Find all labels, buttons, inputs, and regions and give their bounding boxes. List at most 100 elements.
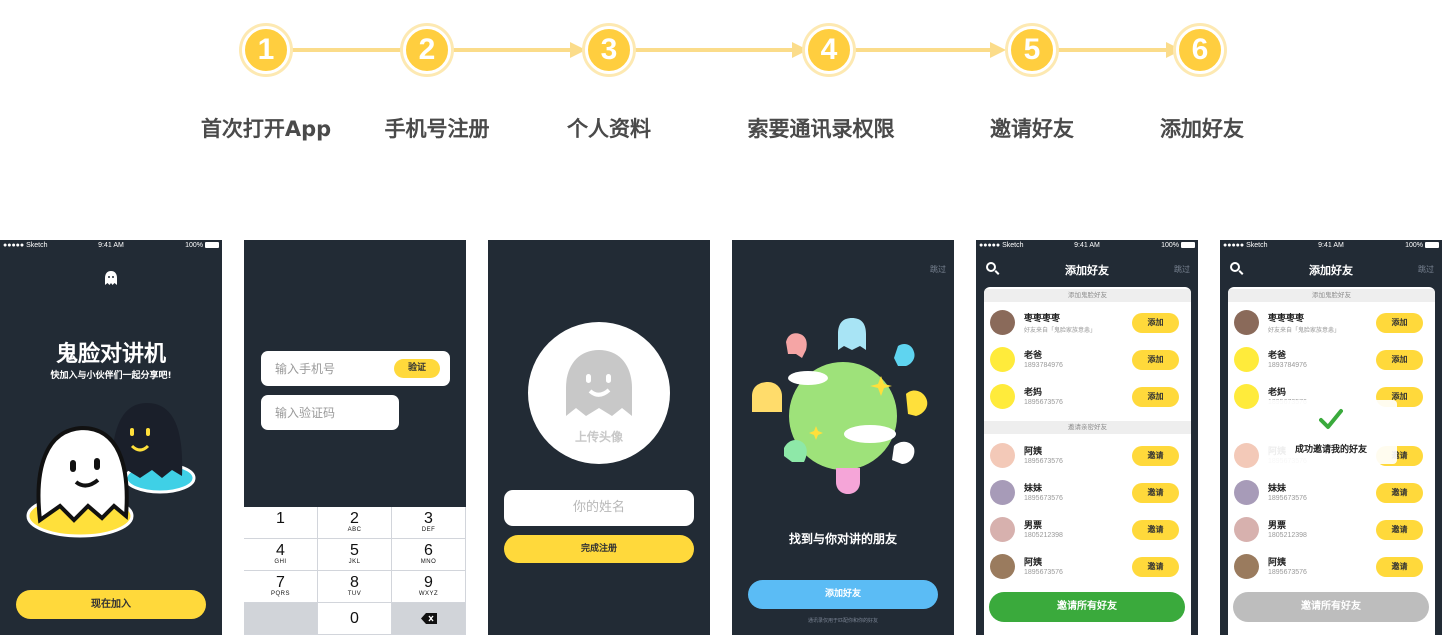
section-header-ghost-friends: 添加鬼脸好友 <box>1228 289 1435 302</box>
key-7[interactable]: 7 PQRS <box>244 571 318 603</box>
key-9[interactable]: 9 WXYZ <box>392 571 466 603</box>
skip-link[interactable]: 跳过 <box>1418 264 1434 275</box>
flow-connector <box>266 48 426 52</box>
ghost-placeholder-icon <box>566 350 632 416</box>
status-bar: ●●●●● Sketch 9:41 AM 100% <box>976 240 1198 252</box>
list-item: 阿姨 1895673576 邀请 <box>984 548 1191 585</box>
screen-add-friends: ●●●●● Sketch 9:41 AM 100% 添加好友 跳过 添加鬼脸好友… <box>1220 240 1442 635</box>
key-blank <box>244 603 318 635</box>
finish-register-button[interactable]: 完成注册 <box>504 535 694 563</box>
ghost-avatar-icon <box>990 384 1015 409</box>
step-5-label: 邀请好友 <box>990 117 1074 141</box>
flow-connector <box>830 48 998 52</box>
verification-code-input[interactable]: 输入验证码 <box>261 395 399 430</box>
key-8[interactable]: 8 TUV <box>318 571 392 603</box>
section-header-ghost-friends: 添加鬼脸好友 <box>984 289 1191 302</box>
ghost-logo-icon <box>105 271 117 285</box>
ghost-mascot-icon <box>26 403 196 538</box>
list-item: 妹妹 1895673576 邀请 <box>984 474 1191 511</box>
add-button[interactable]: 添加 <box>1132 313 1179 333</box>
step-1-label: 首次打开App <box>200 117 332 141</box>
name-input[interactable]: 你的姓名 <box>504 490 694 526</box>
page-title: 添加好友 <box>1065 264 1109 277</box>
page-title: 添加好友 <box>1309 264 1353 277</box>
checkmark-icon <box>1319 409 1343 429</box>
find-friends-headline: 找到与你对讲的朋友 <box>788 532 897 546</box>
step-5-badge: 5 <box>1008 26 1056 74</box>
step-3-label: 个人资料 <box>567 117 651 141</box>
add-button[interactable]: 添加 <box>1132 387 1179 407</box>
skip-link[interactable]: 跳过 <box>1174 264 1190 275</box>
list-item: 妹妹 1895673576 邀请 <box>1228 474 1435 511</box>
avatar <box>990 310 1015 335</box>
flow-arrow-icon <box>990 42 1006 58</box>
key-2[interactable]: 2 ABC <box>318 507 392 539</box>
invite-button[interactable]: 邀请 <box>1132 557 1179 577</box>
section-header-close-friends: 邀请亲密好友 <box>984 421 1191 434</box>
key-delete[interactable] <box>392 603 466 635</box>
join-now-button[interactable]: 现在加入 <box>16 590 206 619</box>
invite-all-button-disabled[interactable]: 邀请所有好友 <box>1233 592 1429 622</box>
battery-icon <box>1181 242 1195 248</box>
app-subtitle: 快加入与小伙伴们一起分享吧! <box>50 371 172 381</box>
step-4-badge: 4 <box>805 26 853 74</box>
battery-icon <box>1425 242 1439 248</box>
avatar <box>1234 443 1259 468</box>
avatar <box>1234 480 1259 505</box>
invite-all-button[interactable]: 邀请所有好友 <box>989 592 1185 622</box>
list-item: 老爸 1893784976 添加 <box>984 341 1191 378</box>
ghost-avatar-icon <box>1234 384 1259 409</box>
list-item: 男票 1805212398 邀请 <box>984 511 1191 548</box>
battery-label: 100% <box>185 242 219 249</box>
status-bar: ●●●●● Sketch 9:41 AM 100% <box>0 240 222 252</box>
skip-link[interactable]: 跳过 <box>930 264 946 275</box>
screen-contacts-permission: 跳过 找到与你对讲的朋友 添加好友 通讯录仅用于匹配你和你的好友 <box>732 240 954 635</box>
avatar <box>990 554 1015 579</box>
flow-arrow-icon <box>570 42 586 58</box>
battery-icon <box>205 242 219 248</box>
key-1[interactable]: 1 <box>244 507 318 539</box>
list-item: 老妈 1895673576 添加 <box>984 378 1191 415</box>
list-item: 枣枣枣枣 好友来自「鬼脸家族意恚」 添加 <box>984 304 1191 341</box>
key-6[interactable]: 6 MNO <box>392 539 466 571</box>
verify-button[interactable]: 验证 <box>394 359 440 378</box>
invite-button[interactable]: 邀请 <box>1376 483 1423 503</box>
onboarding-flow: 1 2 3 4 5 6 首次打开App 手机号注册 个人资料 索要通讯录权限 邀… <box>0 0 1442 635</box>
step-6-badge: 6 <box>1176 26 1224 74</box>
avatar-upload-circle[interactable]: 上传头像 <box>528 322 670 464</box>
add-button[interactable]: 添加 <box>1132 350 1179 370</box>
screen-invite-friends: ●●●●● Sketch 9:41 AM 100% 添加好友 跳过 添加鬼脸好友… <box>976 240 1198 635</box>
friends-list-card: 添加鬼脸好友 枣枣枣枣 好友来自「鬼脸家族意恚」 添加 老爸 189378497… <box>984 287 1191 635</box>
invite-button[interactable]: 邀请 <box>1376 557 1423 577</box>
invite-button[interactable]: 邀请 <box>1132 483 1179 503</box>
add-button[interactable]: 添加 <box>1376 313 1423 333</box>
key-4[interactable]: 4 GHI <box>244 539 318 571</box>
step-1-badge: 1 <box>242 26 290 74</box>
backspace-icon <box>420 613 437 624</box>
add-button[interactable]: 添加 <box>1376 350 1423 370</box>
key-0[interactable]: 0 <box>318 603 392 635</box>
battery-label: 100% <box>1405 242 1439 249</box>
step-2-label: 手机号注册 <box>384 117 490 141</box>
add-friends-button[interactable]: 添加好友 <box>748 580 938 609</box>
avatar <box>990 517 1015 542</box>
key-5[interactable]: 5 JKL <box>318 539 392 571</box>
invite-button[interactable]: 邀请 <box>1132 520 1179 540</box>
status-bar: ●●●●● Sketch 9:41 AM 100% <box>1220 240 1442 252</box>
invite-button[interactable]: 邀请 <box>1376 520 1423 540</box>
list-item: 男票 1805212398 邀请 <box>1228 511 1435 548</box>
step-4-label: 索要通讯录权限 <box>747 117 895 141</box>
ghost-avatar-icon <box>990 347 1015 372</box>
success-toast: 成功邀请我的好友 <box>1265 400 1397 464</box>
list-item: 枣枣枣枣 好友来自「鬼脸家族意恚」 添加 <box>1228 304 1435 341</box>
key-3[interactable]: 3 DEF <box>392 507 466 539</box>
step-3-badge: 3 <box>585 26 633 74</box>
numeric-keypad: 1 2 ABC 3 DEF 4 GHI 5 JKL 6 MNO 7 PQRS 8 TUV 9W… <box>244 507 466 635</box>
screen-phone-register: 输入手机号 验证 输入验证码 1 2 ABC 3 DEF 4 GHI 5 JKL 6 MN… <box>244 240 466 635</box>
list-item: 阿姨 1895673576 邀请 <box>984 437 1191 474</box>
app-title: 鬼脸对讲机 <box>55 342 166 367</box>
ghost-avatar-icon <box>1234 347 1259 372</box>
toast-message: 成功邀请我的好友 <box>1294 445 1367 455</box>
invite-button[interactable]: 邀请 <box>1132 446 1179 466</box>
list-item: 老爸 1893784976 添加 <box>1228 341 1435 378</box>
